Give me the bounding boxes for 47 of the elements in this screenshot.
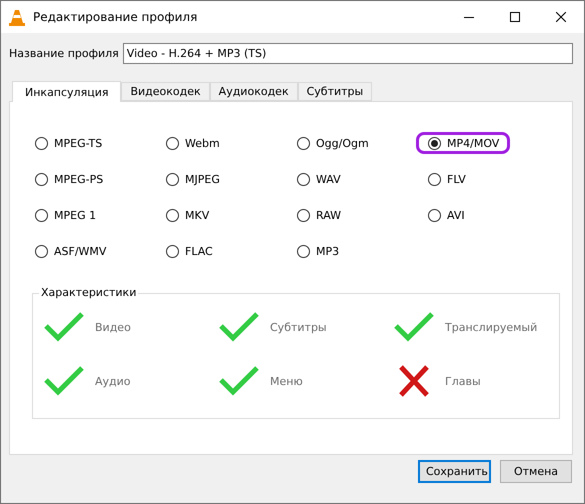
- feature-label: Субтитры: [270, 320, 327, 334]
- radio-option[interactable]: Ogg/Ogm: [294, 132, 380, 154]
- radio-option[interactable]: WAV: [294, 168, 352, 190]
- feature-label: Транслируемый: [445, 320, 538, 334]
- group-title: Характеристики: [39, 286, 138, 299]
- profile-name-label: Название профиля: [9, 47, 119, 60]
- radio-option[interactable]: MPEG 1: [32, 204, 108, 226]
- radio-button[interactable]: [166, 244, 179, 258]
- traffic-cone-icon: [9, 8, 25, 26]
- radio-button[interactable]: [35, 172, 48, 186]
- radio-option[interactable]: MP3: [294, 240, 350, 262]
- radio-button[interactable]: [35, 136, 48, 150]
- radio-button[interactable]: [166, 172, 179, 186]
- highlighted-radio-option[interactable]: MP4/MOV: [416, 132, 510, 154]
- radio-button[interactable]: [428, 208, 441, 222]
- save-button[interactable]: Сохранить: [418, 460, 491, 483]
- radio-button[interactable]: [297, 208, 310, 222]
- feature-label: Главы: [445, 374, 481, 388]
- cancel-button[interactable]: Отмена: [500, 460, 572, 483]
- tab[interactable]: Инкапсуляция: [12, 81, 122, 102]
- radio-option[interactable]: FLAC: [163, 240, 224, 262]
- profile-name-field[interactable]: Video - H.264 + MP3 (TS): [122, 43, 573, 64]
- feature-label: Видео: [95, 320, 131, 334]
- radio-option[interactable]: ASF/WMV: [32, 240, 118, 262]
- radio-button[interactable]: [297, 136, 310, 150]
- radio-option[interactable]: MPEG-PS: [32, 168, 114, 190]
- radio-button[interactable]: [166, 136, 179, 150]
- radio-option[interactable]: MJPEG: [163, 168, 231, 190]
- radio-button[interactable]: [35, 244, 48, 258]
- radio-button[interactable]: [166, 208, 179, 222]
- radio-option[interactable]: MKV: [163, 204, 220, 226]
- radio-button[interactable]: [428, 136, 441, 150]
- radio-option[interactable]: RAW: [294, 204, 352, 226]
- radio-button[interactable]: [35, 208, 48, 222]
- window-title: Редактирование профиля: [33, 10, 198, 24]
- feature-label: Меню: [270, 374, 303, 388]
- radio-option[interactable]: AVI: [425, 204, 476, 226]
- feature-label: Аудио: [95, 374, 131, 388]
- tab[interactable]: Субтитры: [298, 82, 372, 101]
- radio-button[interactable]: [297, 172, 310, 186]
- radio-option[interactable]: FLV: [425, 168, 477, 190]
- radio-button[interactable]: [297, 244, 310, 258]
- tab[interactable]: Видеокодек: [121, 82, 210, 101]
- radio-button[interactable]: [428, 172, 441, 186]
- tab[interactable]: Аудиокодек: [210, 82, 298, 101]
- radio-option[interactable]: Webm: [163, 132, 231, 154]
- radio-option[interactable]: MPEG-TS: [32, 132, 114, 154]
